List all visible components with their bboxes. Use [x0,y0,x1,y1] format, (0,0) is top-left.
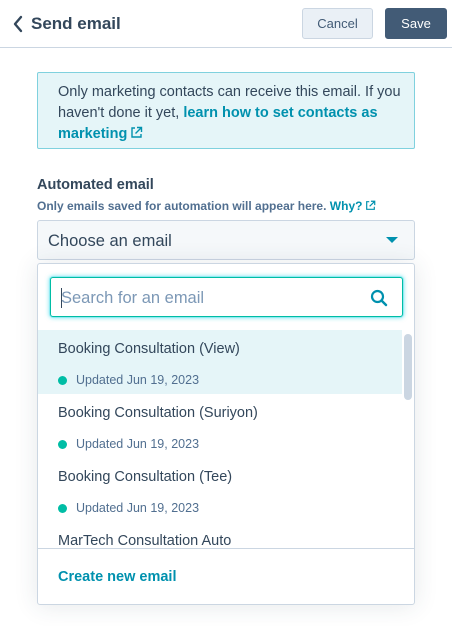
list-item[interactable]: Booking Consultation (Suriyon) Updated J… [38,394,402,458]
email-status-text: Updated Jun 19, 2023 [76,373,200,387]
search-field[interactable] [50,277,403,317]
email-select-value: Choose an email [48,232,172,250]
why-link[interactable]: Why? [330,199,377,213]
automated-email-label: Automated email [37,177,154,193]
list-item[interactable]: MarTech Consultation Auto [38,522,402,548]
email-name: Booking Consultation (View) [58,341,240,357]
back-button[interactable] [8,12,28,36]
external-link-icon [366,200,376,210]
automated-email-help: Only emails saved for automation will ap… [37,198,376,214]
external-link-icon [131,126,143,138]
email-name: Booking Consultation (Suriyon) [58,405,258,421]
email-name: Booking Consultation (Tee) [58,469,233,485]
email-list: Booking Consultation (View) Updated Jun … [38,330,414,548]
email-status: Updated Jun 19, 2023 [58,372,199,388]
divider [38,548,414,549]
list-item[interactable]: Booking Consultation (View) Updated Jun … [38,330,402,394]
create-new-email-link[interactable]: Create new email [58,568,176,586]
list-scrollbar[interactable] [402,330,414,548]
why-link-text: Why? [329,199,363,213]
email-status: Updated Jun 19, 2023 [58,436,199,452]
email-dropdown: Booking Consultation (View) Updated Jun … [37,263,415,605]
status-dot-icon [58,375,67,385]
email-status-text: Updated Jun 19, 2023 [76,501,200,515]
status-dot-icon [58,439,67,449]
email-select[interactable]: Choose an email [37,220,415,260]
marketing-contacts-alert: Only marketing contacts can receive this… [37,72,415,149]
page-title: Send email [31,14,121,33]
email-status: Updated Jun 19, 2023 [58,500,199,516]
email-status-text: Updated Jun 19, 2023 [76,437,200,451]
status-dot-icon [58,503,67,513]
list-item[interactable]: Booking Consultation (Tee) Updated Jun 1… [38,458,402,522]
chevron-left-icon [13,15,23,33]
email-name: MarTech Consultation Auto [58,533,232,548]
help-text: Only emails saved for automation will ap… [37,199,327,213]
cancel-button[interactable]: Cancel [302,8,373,39]
search-input[interactable] [61,286,361,310]
save-button[interactable]: Save [385,8,447,39]
header-bar: Send email Cancel Save [0,0,452,48]
caret-down-icon [386,237,398,243]
scrollbar-thumb[interactable] [404,334,412,400]
search-icon[interactable] [370,289,388,307]
